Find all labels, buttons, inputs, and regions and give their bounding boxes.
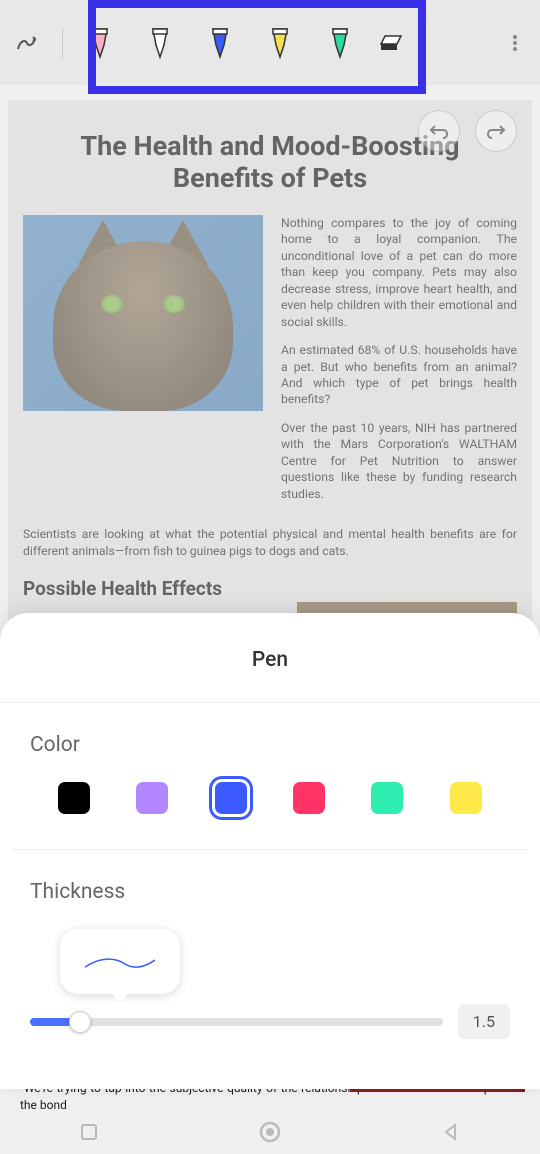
- thickness-section: Thickness 1.5: [0, 880, 540, 1039]
- paragraph: Over the past 10 years, NIH has partnere…: [281, 420, 517, 502]
- nav-home-icon[interactable]: [258, 1120, 282, 1144]
- pen-tool-white[interactable]: [151, 27, 169, 59]
- pen-tool-yellow[interactable]: [271, 27, 289, 59]
- article-intro-row: Nothing compares to the joy of coming ho…: [23, 215, 517, 515]
- thickness-section-label: Thickness: [30, 880, 480, 904]
- paragraph: An estimated 68% of U.S. households have…: [281, 342, 517, 408]
- slider-thumb[interactable]: [69, 1011, 91, 1033]
- pen-tool-pink[interactable]: [91, 27, 109, 59]
- eraser-tool[interactable]: [379, 34, 403, 52]
- paragraph: Nothing compares to the joy of coming ho…: [281, 215, 517, 330]
- pen-tool-blue[interactable]: [211, 27, 229, 59]
- nav-back-icon[interactable]: [441, 1122, 461, 1142]
- section-heading: Possible Health Effects: [23, 577, 517, 600]
- undo-redo-group: [418, 110, 517, 152]
- divider: [0, 702, 540, 703]
- thickness-value: 1.5: [458, 1004, 510, 1039]
- article-intro-text: Nothing compares to the joy of coming ho…: [281, 215, 517, 515]
- sheet-title: Pen: [0, 648, 540, 672]
- nav-recent-icon[interactable]: [79, 1122, 99, 1142]
- toolbar-divider: [62, 28, 63, 58]
- undo-button[interactable]: [418, 110, 460, 152]
- thickness-slider[interactable]: [30, 1018, 443, 1026]
- more-options-icon[interactable]: [505, 33, 525, 53]
- color-swatch-yellow[interactable]: [450, 782, 482, 814]
- top-toolbar: [0, 0, 540, 85]
- thickness-preview: [60, 929, 180, 994]
- color-swatch-pink[interactable]: [293, 782, 325, 814]
- pen-tools-group: [91, 27, 349, 59]
- cat-image: [23, 215, 263, 411]
- color-swatch-purple[interactable]: [136, 782, 168, 814]
- pen-tool-teal[interactable]: [331, 27, 349, 59]
- color-swatch-black[interactable]: [58, 782, 90, 814]
- color-swatch-teal[interactable]: [371, 782, 403, 814]
- pen-settings-sheet: Pen Color Thickness 1.5: [0, 613, 540, 1089]
- system-nav-bar: [0, 1109, 540, 1154]
- thickness-slider-row: 1.5: [30, 1004, 510, 1039]
- toolbar-left-group: [15, 28, 71, 58]
- color-picker-row: [0, 782, 540, 814]
- color-swatch-blue[interactable]: [215, 782, 247, 814]
- paragraph: Scientists are looking at what the poten…: [23, 526, 517, 559]
- redo-button[interactable]: [475, 110, 517, 152]
- color-section-label: Color: [30, 733, 510, 757]
- divider: [12, 849, 528, 850]
- draw-mode-icon[interactable]: [15, 31, 39, 55]
